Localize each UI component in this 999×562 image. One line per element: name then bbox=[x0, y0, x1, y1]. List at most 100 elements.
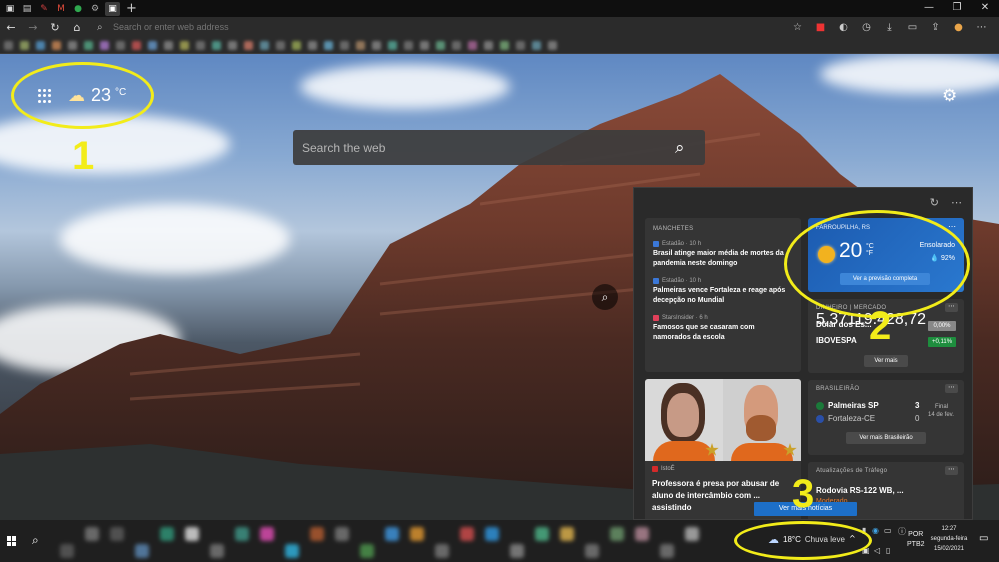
news-item[interactable]: StarsInsider · 6 h Famosos que se casaram… bbox=[653, 315, 793, 343]
taskbar-app-icon[interactable] bbox=[460, 527, 474, 541]
favorite-bookmark-icon[interactable] bbox=[324, 40, 333, 50]
favorite-bookmark-icon[interactable] bbox=[180, 40, 189, 50]
favorite-bookmark-icon[interactable] bbox=[468, 40, 477, 50]
favorite-bookmark-icon[interactable] bbox=[84, 40, 93, 50]
taskbar-app-icon[interactable] bbox=[360, 544, 374, 558]
taskbar-app-icon[interactable] bbox=[535, 527, 549, 541]
taskbar-app-icon[interactable] bbox=[510, 544, 524, 558]
share-icon[interactable]: ⇪ bbox=[924, 22, 947, 33]
favorite-bookmark-icon[interactable] bbox=[116, 40, 125, 50]
taskbar-app-icon[interactable] bbox=[410, 527, 424, 541]
taskbar-clock[interactable]: 12:27 segunda-feira 15/02/2021 bbox=[927, 524, 971, 554]
search-icon[interactable]: ⌕ bbox=[32, 533, 39, 548]
taskbar-app-icon[interactable] bbox=[85, 527, 99, 541]
gmail-tab-icon[interactable]: M bbox=[54, 2, 68, 16]
favorite-star-icon[interactable]: ☆ bbox=[786, 22, 809, 33]
speaker-icon[interactable]: ◁ bbox=[874, 546, 880, 555]
info-icon[interactable]: ⓘ bbox=[898, 526, 906, 537]
taskbar-app-icon[interactable] bbox=[585, 544, 599, 558]
taskbar-app-icon[interactable] bbox=[210, 544, 224, 558]
favorite-bookmark-icon[interactable] bbox=[212, 40, 221, 50]
stock-row[interactable]: IBOVESPA bbox=[816, 336, 857, 345]
favorite-bookmark-icon[interactable] bbox=[100, 40, 109, 50]
team-row-home[interactable]: Palmeiras SP bbox=[816, 401, 879, 410]
more-options-icon[interactable]: ⋯ bbox=[951, 196, 962, 209]
taskbar-app-icon[interactable] bbox=[635, 527, 649, 541]
address-input[interactable] bbox=[113, 22, 809, 32]
taskbar-app-icon[interactable] bbox=[685, 527, 699, 541]
taskbar-app-icon[interactable] bbox=[110, 527, 124, 541]
taskbar-app-icon[interactable] bbox=[260, 527, 274, 541]
taskbar-app-icon[interactable] bbox=[135, 544, 149, 558]
favorite-bookmark-icon[interactable] bbox=[356, 40, 365, 50]
edge-tab-icon[interactable]: ▣ bbox=[3, 2, 17, 16]
more-options-icon[interactable]: ⋯ bbox=[945, 303, 958, 312]
photo-story-card[interactable]: IstoÉ Professora é presa por abusar de a… bbox=[645, 379, 801, 519]
favorite-bookmark-icon[interactable] bbox=[228, 40, 237, 50]
favorite-bookmark-icon[interactable] bbox=[132, 40, 141, 50]
newtab-tab-icon[interactable]: ▣ bbox=[105, 1, 120, 16]
refresh-icon[interactable]: ↻ bbox=[930, 196, 939, 209]
new-tab-button[interactable]: + bbox=[126, 1, 137, 16]
usb-icon[interactable]: ▯ bbox=[886, 546, 890, 555]
refresh-icon[interactable]: ↻ bbox=[44, 21, 66, 34]
favorite-bookmark-icon[interactable] bbox=[36, 40, 45, 50]
favorite-bookmark-icon[interactable] bbox=[388, 40, 397, 50]
favorite-bookmark-icon[interactable] bbox=[20, 40, 29, 50]
news-item[interactable]: Estadão · 10 h Palmeiras vence Fortaleza … bbox=[653, 278, 793, 306]
favorite-bookmark-icon[interactable] bbox=[548, 40, 557, 50]
favorite-bookmark-icon[interactable] bbox=[452, 40, 461, 50]
favorite-bookmark-icon[interactable] bbox=[516, 40, 525, 50]
taskbar-app-icon[interactable] bbox=[185, 527, 199, 541]
input-language-indicator[interactable]: POR PTB2 bbox=[907, 530, 925, 550]
taskbar-app-icon[interactable] bbox=[660, 544, 674, 558]
taskbar-app-icon[interactable] bbox=[335, 527, 349, 541]
stock-row[interactable]: Dólar dos Es... bbox=[816, 320, 872, 329]
back-icon[interactable]: ← bbox=[0, 21, 22, 34]
home-icon[interactable]: ⌂ bbox=[66, 21, 88, 34]
windows-start-icon[interactable] bbox=[7, 536, 17, 546]
address-bar[interactable]: ⌕ bbox=[97, 20, 809, 34]
forward-icon[interactable]: → bbox=[22, 21, 44, 34]
see-more-market-button[interactable]: Ver mais bbox=[864, 355, 908, 367]
taskbar-app-icon[interactable] bbox=[385, 527, 399, 541]
favorite-bookmark-icon[interactable] bbox=[436, 40, 445, 50]
favorite-bookmark-icon[interactable] bbox=[340, 40, 349, 50]
taskbar-app-icon[interactable] bbox=[60, 544, 74, 558]
favorite-bookmark-icon[interactable] bbox=[372, 40, 381, 50]
favorite-bookmark-icon[interactable] bbox=[148, 40, 157, 50]
notification-icon[interactable]: ▭ bbox=[979, 533, 988, 544]
taskbar-app-icon[interactable] bbox=[160, 527, 174, 541]
close-window-button[interactable]: ✕ bbox=[971, 0, 999, 17]
favorite-bookmark-icon[interactable] bbox=[196, 40, 205, 50]
favorite-bookmark-icon[interactable] bbox=[420, 40, 429, 50]
taskbar-app-icon[interactable] bbox=[235, 527, 249, 541]
search-icon[interactable]: ⌕ bbox=[675, 138, 705, 158]
profile-avatar-icon[interactable]: ● bbox=[947, 22, 970, 33]
taskbar-app-icon[interactable] bbox=[485, 527, 499, 541]
visual-search-icon[interactable]: ⌕ bbox=[592, 284, 618, 310]
taskbar-app-icon[interactable] bbox=[560, 527, 574, 541]
favorite-bookmark-icon[interactable] bbox=[308, 40, 317, 50]
more-menu-icon[interactable]: ⋯ bbox=[970, 22, 993, 33]
downloads-icon[interactable]: ⤓ bbox=[878, 22, 901, 33]
favorite-bookmark-icon[interactable] bbox=[500, 40, 509, 50]
document-tab-icon[interactable]: ▤ bbox=[20, 2, 34, 16]
web-search-box[interactable]: ⌕ bbox=[293, 130, 705, 165]
more-options-icon[interactable]: ⋯ bbox=[945, 466, 958, 475]
edge-tray-icon[interactable]: ◉ bbox=[872, 526, 879, 535]
favorite-bookmark-icon[interactable] bbox=[52, 40, 61, 50]
gear-tab-icon[interactable]: ⚙ bbox=[88, 2, 102, 16]
favorite-bookmark-icon[interactable] bbox=[164, 40, 173, 50]
leaf-tab-icon[interactable]: ✎ bbox=[37, 2, 51, 16]
favorite-bookmark-icon[interactable] bbox=[404, 40, 413, 50]
minimize-button[interactable]: — bbox=[915, 0, 943, 17]
favorite-bookmark-icon[interactable] bbox=[484, 40, 493, 50]
favorite-bookmark-icon[interactable] bbox=[68, 40, 77, 50]
taskbar-app-icon[interactable] bbox=[435, 544, 449, 558]
extension-red-icon[interactable]: ■ bbox=[809, 22, 832, 33]
taskbar-app-icon[interactable] bbox=[285, 544, 299, 558]
history-icon[interactable]: ◷ bbox=[855, 22, 878, 33]
favorite-bookmark-icon[interactable] bbox=[276, 40, 285, 50]
team-row-away[interactable]: Fortaleza-CE bbox=[816, 414, 875, 423]
